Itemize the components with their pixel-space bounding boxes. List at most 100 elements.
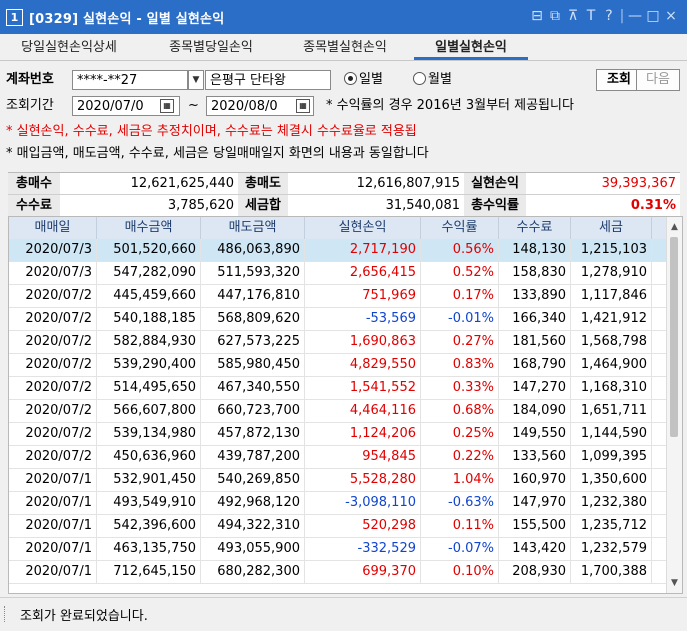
cell-yield: 0.25% [421,423,499,445]
column-header-buy-amount[interactable]: 매수금액 [97,217,201,239]
cell-buy-amount: 514,495,650 [97,377,201,399]
maximize-icon[interactable]: □ [645,8,661,24]
table-row[interactable]: 2020/07/1 532,901,450 540,269,850 5,528,280… [9,469,668,492]
calendar-icon[interactable]: ▦ [296,99,310,113]
tab-by-stock-today[interactable]: 종목별당일손익 [150,38,272,58]
calendar-icon[interactable]: ▦ [160,99,174,113]
cell-realized-pnl: 1,124,206 [305,423,421,445]
cell-fee: 148,130 [499,239,571,261]
help-icon[interactable]: ? [601,8,617,24]
total-sell-value: 12,616,807,915 [356,176,460,191]
column-header-fee[interactable]: 수수료 [499,217,571,239]
cell-sell-amount: 568,809,620 [201,308,305,330]
cell-tax: 1,232,380 [571,492,652,514]
cell-tax: 1,278,910 [571,262,652,284]
next-button[interactable]: 다음 [636,69,680,91]
column-header-realized-pnl[interactable]: 실현손익 [305,217,421,239]
cell-realized-pnl: 751,969 [305,285,421,307]
table-header: 매매일 매수금액 매도금액 실현손익 수익률 수수료 세금 [9,217,668,240]
cell-fee: 158,830 [499,262,571,284]
radio-monthly-label: 월별 [428,72,452,87]
screen-link-icon[interactable]: ⊟ [529,8,545,24]
table-row[interactable]: 2020/07/2 450,636,960 439,787,200 954,845 0.… [9,446,668,469]
table-row[interactable]: 2020/07/2 539,290,400 585,980,450 4,829,550… [9,354,668,377]
table-row[interactable]: 2020/07/1 712,645,150 680,282,300 699,370 0.… [9,561,668,584]
cell-fee: 149,550 [499,423,571,445]
column-header-yield[interactable]: 수익률 [421,217,499,239]
chevron-down-icon: ▼ [192,75,200,85]
cell-trade-date: 2020/07/2 [9,331,97,353]
cell-sell-amount: 447,176,810 [201,285,305,307]
cell-fee: 147,970 [499,492,571,514]
column-header-sell-amount[interactable]: 매도금액 [201,217,305,239]
minimize-icon[interactable]: — [627,8,643,24]
title-bar[interactable]: 1 [0329] 실현손익 - 일별 실현손익 ⊟ ⧉ ⊼ T ? | — □ … [0,0,687,34]
new-window-icon[interactable]: ⧉ [547,8,563,24]
scroll-thumb[interactable] [670,237,678,437]
vertical-scrollbar[interactable]: ▲ ▼ [666,217,682,593]
cell-buy-amount: 547,282,090 [97,262,201,284]
table-row[interactable]: 2020/07/2 445,459,660 447,176,810 751,969 0.… [9,285,668,308]
table-row[interactable]: 2020/07/3 501,520,660 486,063,890 2,717,190… [9,239,668,262]
radio-monthly[interactable]: 월별 [413,70,452,90]
table-row[interactable]: 2020/07/1 542,396,600 494,322,310 520,298 0.… [9,515,668,538]
account-number-field[interactable]: ****-**27 [72,70,188,90]
column-header-trade-date[interactable]: 매매일 [9,217,97,239]
column-header-tax[interactable]: 세금 [571,217,652,239]
cell-realized-pnl: 954,845 [305,446,421,468]
tab-daily-realized-detail[interactable]: 당일실현손익상세 [8,38,130,58]
tab-daily-realized[interactable]: 일별실현손익 [414,39,528,60]
summary-row: 총매수 12,621,625,440 총매도 12,616,807,915 실현… [8,173,680,195]
table-row[interactable]: 2020/07/1 493,549,910 492,968,120 -3,098,11… [9,492,668,515]
cell-sell-amount: 494,322,310 [201,515,305,537]
table-row[interactable]: 2020/07/3 547,282,090 511,593,320 2,656,415… [9,262,668,285]
date-range-separator: ~ [188,98,199,113]
radio-daily[interactable]: 일별 [344,70,383,90]
scroll-up-icon[interactable]: ▲ [667,219,682,235]
window: 1 [0329] 실현손익 - 일별 실현손익 ⊟ ⧉ ⊼ T ? | — □ … [0,0,687,631]
total-yield-label: 총수익률 [464,195,526,216]
table-row[interactable]: 2020/07/2 514,495,650 467,340,550 1,541,552… [9,377,668,400]
cell-sell-amount: 680,282,300 [201,561,305,583]
cell-fee: 208,930 [499,561,571,583]
table-row[interactable]: 2020/07/2 582,884,930 627,573,225 1,690,863… [9,331,668,354]
realized-pnl-label: 실현손익 [464,173,526,194]
account-dropdown-button[interactable]: ▼ [188,70,204,90]
cell-sell-amount: 660,723,700 [201,400,305,422]
scroll-down-icon[interactable]: ▼ [667,575,682,591]
cell-sell-amount: 540,269,850 [201,469,305,491]
pin-icon[interactable]: ⊼ [565,8,581,24]
cell-sell-amount: 457,872,130 [201,423,305,445]
cell-tax: 1,099,395 [571,446,652,468]
table-row[interactable]: 2020/07/2 566,607,800 660,723,700 4,464,116… [9,400,668,423]
realized-pnl-value: 39,393,367 [601,176,676,191]
status-bar: 조회가 완료되었습니다. [0,597,687,631]
cell-buy-amount: 463,135,750 [97,538,201,560]
table-row[interactable]: 2020/07/2 539,134,980 457,872,130 1,124,206… [9,423,668,446]
cell-tax: 1,464,900 [571,354,652,376]
cell-tax: 1,168,310 [571,377,652,399]
font-size-icon[interactable]: T [583,8,599,24]
radio-daily-label: 일별 [359,72,383,87]
controls-divider: | [619,8,625,24]
cell-tax: 1,144,590 [571,423,652,445]
cell-realized-pnl: 4,829,550 [305,354,421,376]
cell-realized-pnl: -332,529 [305,538,421,560]
cell-sell-amount: 585,980,450 [201,354,305,376]
cell-tax: 1,651,711 [571,400,652,422]
cell-sell-amount: 627,573,225 [201,331,305,353]
tax-total-value: 31,540,081 [385,198,460,213]
cell-fee: 133,560 [499,446,571,468]
cell-realized-pnl: 520,298 [305,515,421,537]
close-icon[interactable]: × [663,8,679,24]
cell-fee: 143,420 [499,538,571,560]
table-row[interactable]: 2020/07/1 463,135,750 493,055,900 -332,529-… [9,538,668,561]
tab-by-stock-realized[interactable]: 종목별실현손익 [284,38,406,58]
window-title: [0329] 실현손익 - 일별 실현손익 [29,11,225,27]
cell-yield: 0.22% [421,446,499,468]
cell-yield: -0.07% [421,538,499,560]
table-row[interactable]: 2020/07/2 540,188,185 568,809,620 -53,569 -0… [9,308,668,331]
yield-availability-note: * 수익률의 경우 2016년 3월부터 제공됩니다 [326,98,574,113]
tab-bar: 당일실현손익상세 종목별당일손익 종목별실현손익 일별실현손익 [0,34,687,60]
cell-trade-date: 2020/07/2 [9,354,97,376]
